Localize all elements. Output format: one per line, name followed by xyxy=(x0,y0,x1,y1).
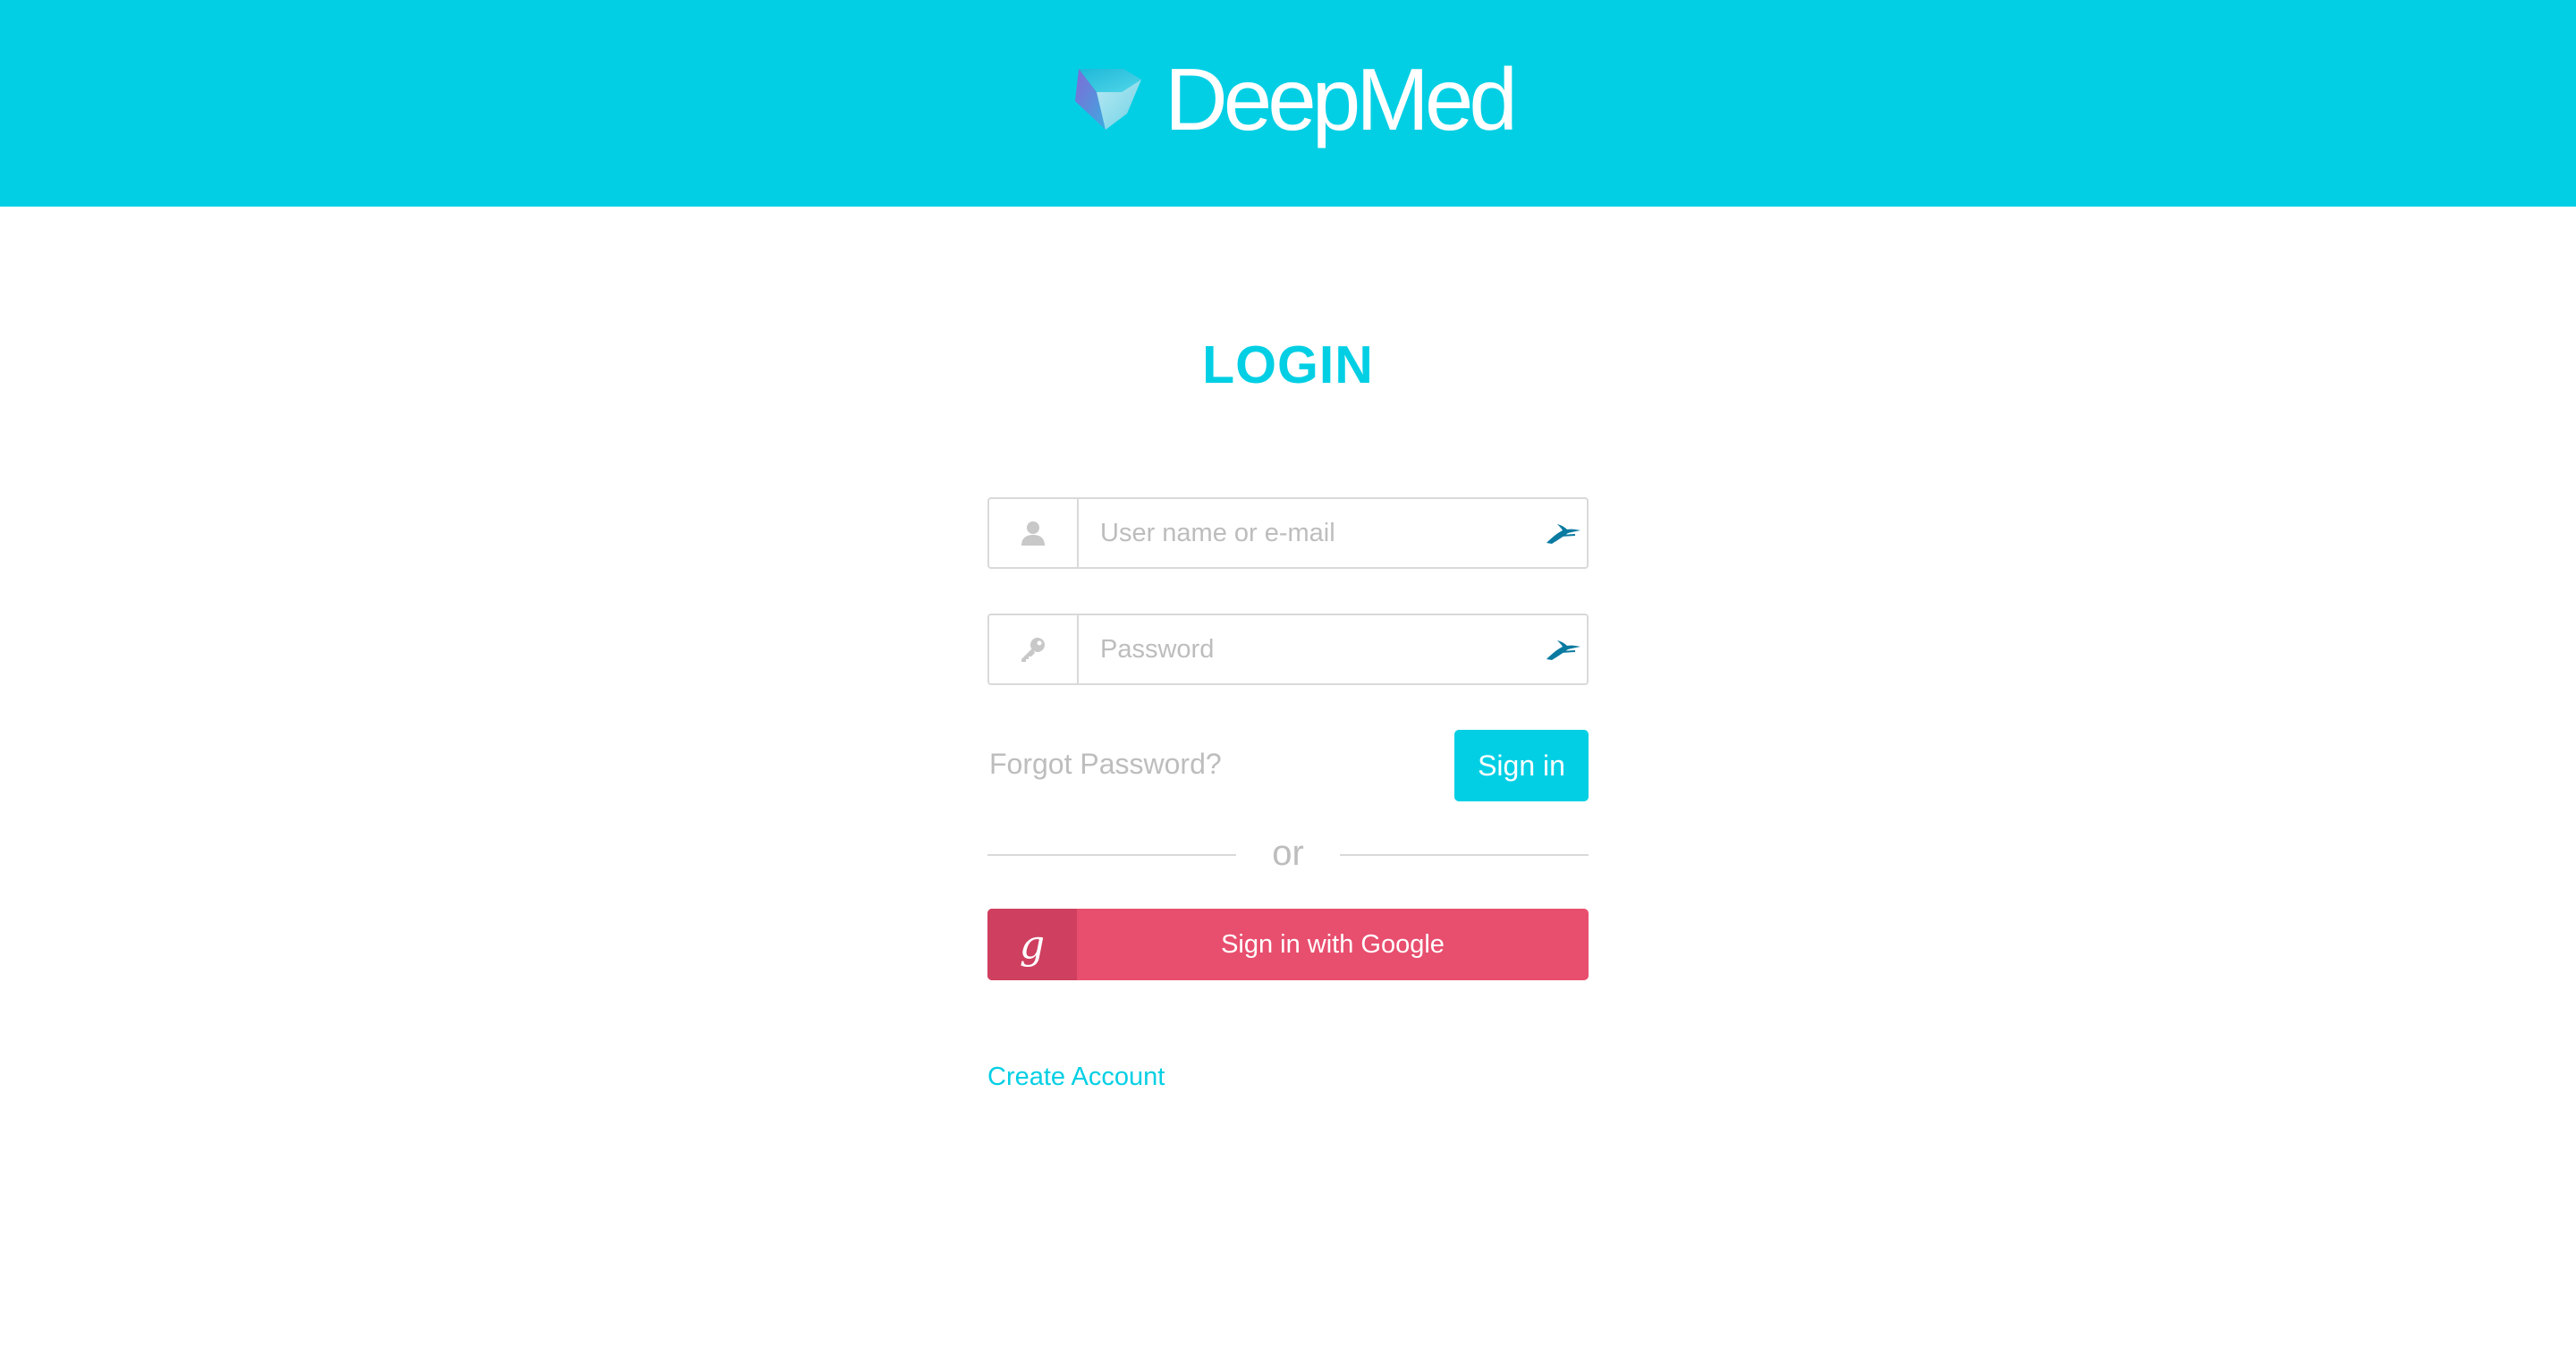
brand: DeepMed xyxy=(1073,50,1518,148)
brand-name: DeepMed xyxy=(1165,50,1518,148)
password-manager-icon xyxy=(1546,640,1580,660)
gem-logo-icon xyxy=(1075,69,1141,130)
username-field xyxy=(987,497,1589,569)
google-icon: g xyxy=(987,909,1077,980)
google-signin-button[interactable]: g Sign in with Google xyxy=(987,909,1589,980)
username-addon xyxy=(989,499,1079,567)
user-icon xyxy=(1021,521,1045,546)
username-password-manager[interactable] xyxy=(1538,499,1587,567)
password-manager-icon xyxy=(1546,524,1580,544)
signin-button[interactable]: Sign in xyxy=(1454,730,1589,801)
password-input[interactable] xyxy=(1079,615,1538,683)
password-field xyxy=(987,614,1589,685)
page-title: LOGIN xyxy=(1202,335,1374,394)
username-input[interactable] xyxy=(1079,499,1538,567)
google-signin-label: Sign in with Google xyxy=(1221,929,1445,959)
divider-left xyxy=(987,854,1236,856)
create-account-link[interactable]: Create Account xyxy=(987,1063,1165,1092)
forgot-password-link[interactable]: Forgot Password? xyxy=(989,748,1222,781)
app-header: DeepMed xyxy=(0,0,2576,207)
divider-right xyxy=(1340,854,1589,856)
password-addon xyxy=(989,615,1079,683)
key-icon xyxy=(1021,638,1045,662)
password-password-manager[interactable] xyxy=(1538,615,1587,683)
divider-text: or xyxy=(1272,834,1304,873)
